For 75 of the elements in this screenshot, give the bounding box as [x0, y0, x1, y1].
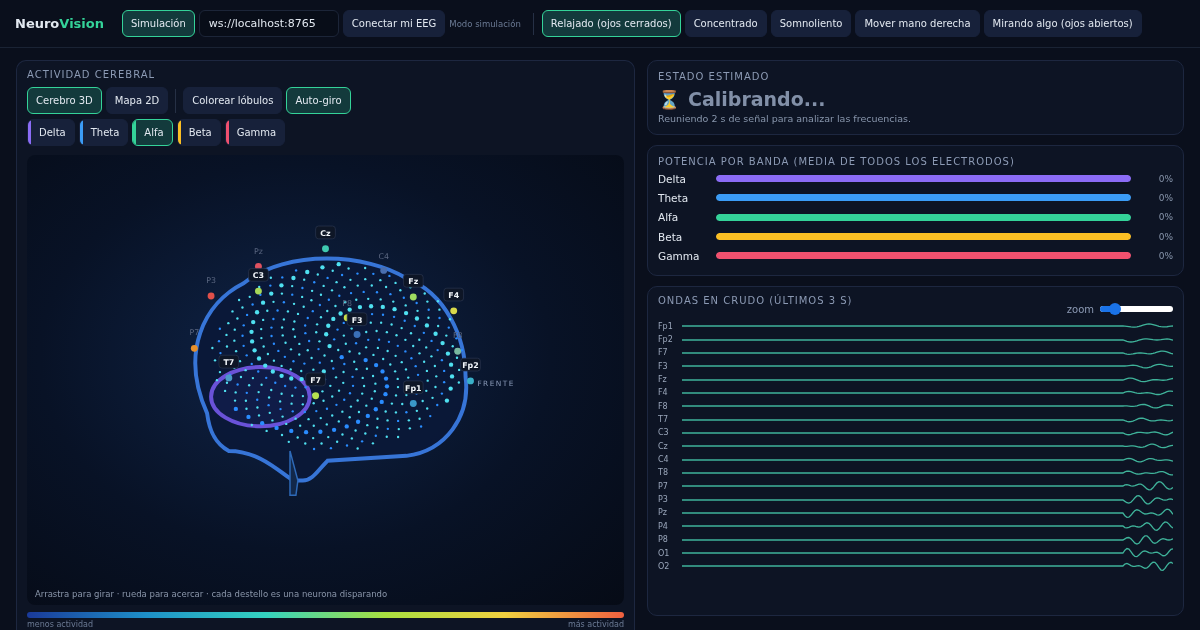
channel-label: T8 [658, 468, 669, 478]
mode-status: Modo simulación [449, 18, 521, 29]
channel-label: O1 [658, 548, 671, 558]
channel-label: C3 [658, 428, 670, 438]
power-value: 0% [1157, 192, 1173, 203]
band-label: Gamma [658, 249, 701, 262]
logo: NeuroVision [15, 16, 104, 31]
band-tab[interactable]: Theta [78, 119, 129, 146]
channel-label: P7 [658, 481, 669, 491]
electrode-label: Fp2 [462, 361, 479, 371]
panel-title: ACTIVIDAD CEREBRAL [27, 69, 157, 80]
band-label: Beta [658, 230, 684, 243]
mode-button[interactable]: Simulación [121, 10, 195, 37]
electrode-label: Cz [320, 228, 331, 238]
electrode-label: Fz [408, 277, 419, 287]
electrode-label: F7 [310, 375, 322, 385]
view-tab[interactable]: Mapa 2D [105, 87, 169, 114]
power-value: 0% [1157, 212, 1173, 223]
toggle-button[interactable]: Colorear lóbulos [183, 87, 283, 114]
url-field[interactable]: ws://localhost:8765 [198, 10, 339, 37]
band-label: Theta [658, 191, 690, 204]
band-tab[interactable]: Alfa [132, 119, 173, 146]
electrode-label: P3 [206, 276, 216, 286]
electrode-label: F8 [452, 331, 463, 341]
channel-label: Cz [658, 441, 669, 451]
band-label: Delta [658, 172, 687, 185]
channel-label: F8 [658, 401, 669, 411]
power-value: 0% [1157, 250, 1173, 261]
channel-label: F4 [658, 388, 669, 398]
view-tab[interactable]: Cerebro 3D [27, 87, 102, 114]
channel-label: Pz [658, 508, 669, 518]
state-button[interactable]: Somnoliento [770, 10, 852, 37]
electrode-label: Pz [254, 246, 263, 256]
electrode-label: P7 [189, 328, 200, 338]
zoom-slider[interactable] [1100, 303, 1173, 316]
band-tab[interactable]: Gamma [224, 119, 286, 146]
hint-text: Arrastra para girar · rueda para acercar · cada destello es una neurona disparando [34, 589, 389, 601]
state-button[interactable]: Mover mano derecha [855, 10, 980, 37]
electrode-label: C3 [252, 271, 265, 281]
state-button[interactable]: Relajado (ojos cerrados) [541, 10, 681, 37]
connect-button[interactable]: Conectar mi EEG [342, 10, 446, 37]
channel-label: P8 [658, 535, 669, 545]
panel-title: ESTADO ESTIMADO [658, 71, 771, 82]
electrode-label: F3 [351, 315, 363, 325]
power-value: 0% [1157, 231, 1173, 242]
electrode-label: P8 [342, 298, 353, 308]
electrode-label: C4 [378, 251, 389, 261]
state-button[interactable]: Concentrado [684, 10, 767, 37]
channel-label: P3 [658, 495, 669, 505]
power-value: 0% [1157, 173, 1173, 184]
electrode-label: T7 [223, 358, 235, 368]
status-text: Calibrando... [688, 88, 826, 110]
legend-label: menos actividad [27, 620, 94, 630]
electrode-label: F4 [448, 291, 460, 300]
toggle-button[interactable]: Auto-giro [286, 87, 351, 114]
band-tab[interactable]: Beta [176, 119, 221, 146]
hourglass-icon: ⏳ [658, 88, 680, 110]
channel-label: F7 [658, 348, 669, 358]
channel-label: Fp2 [658, 335, 674, 344]
status-detail: Reuniendo 2 s de señal para analizar las frecuencias. [658, 113, 912, 124]
panel-title: POTENCIA POR BANDA (MEDIA DE TODOS LOS ELECTRODOS) [658, 156, 1016, 167]
band-label: Alfa [658, 211, 680, 224]
channel-label: Fp1 [658, 321, 674, 331]
zoom-label: zoom [1066, 304, 1094, 315]
band-tab[interactable]: Delta [27, 119, 75, 146]
channel-label: P4 [658, 521, 669, 531]
channel-label: T7 [658, 415, 669, 425]
channel-label: F3 [658, 361, 669, 371]
channel-label: C4 [658, 455, 670, 465]
channel-label: O2 [658, 561, 671, 571]
electrode-label: Fp1 [405, 383, 422, 393]
state-button[interactable]: Mirando algo (ojos abiertos) [983, 10, 1142, 37]
legend-label: más actividad [567, 620, 624, 630]
channel-label: Fz [658, 375, 668, 385]
panel-title: ONDAS EN CRUDO (ÚLTIMOS 3 S) [658, 295, 853, 307]
